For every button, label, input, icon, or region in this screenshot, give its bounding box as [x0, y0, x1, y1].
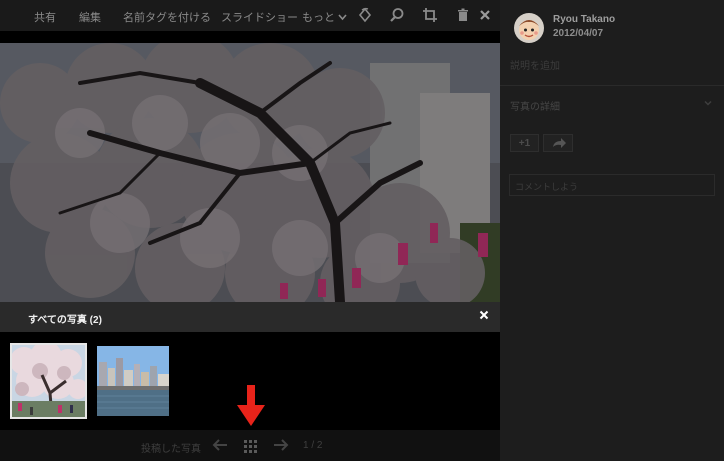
chevron-down-icon[interactable] [703, 98, 713, 108]
photo-viewer: 共有 編集 名前タグを付ける スライドショー もっと すべての写真 (2) 投稿… [0, 0, 500, 461]
more-label: もっと [302, 12, 335, 24]
post-date: 2012/04/07 [553, 28, 604, 39]
share-button[interactable]: 共有 [34, 9, 56, 25]
thumbnail-cherry-blossom[interactable] [10, 343, 87, 419]
crop-icon[interactable] [422, 7, 438, 23]
comment-placeholder: コメントしよう [515, 182, 579, 192]
comment-input[interactable]: コメントしよう [509, 174, 715, 196]
author-name[interactable]: Ryou Takano [553, 14, 615, 25]
city-river-thumbnail [97, 346, 169, 416]
album-title: すべての写真 (2) [28, 315, 102, 326]
cherry-blossom-thumbnail [12, 345, 85, 417]
slideshow-button[interactable]: スライドショー [221, 9, 298, 25]
divider [500, 85, 724, 86]
red-arrow-annotation-icon [237, 385, 265, 426]
album-header: すべての写真 (2) [0, 302, 500, 332]
avatar[interactable] [513, 12, 545, 44]
arrow-right-icon[interactable] [273, 439, 289, 451]
tag-names-button[interactable]: 名前タグを付ける [123, 9, 211, 25]
rotate-icon[interactable] [357, 7, 373, 23]
posted-photos-label: 投稿した写真 [141, 444, 201, 455]
photo-dim-overlay [0, 43, 500, 302]
zoom-icon[interactable] [389, 7, 405, 23]
share-arrow-icon [553, 138, 566, 148]
add-description-link[interactable]: 説明を追加 [510, 57, 560, 72]
close-icon[interactable] [477, 308, 491, 322]
trash-icon[interactable] [455, 7, 471, 23]
photo-details-toggle[interactable]: 写真の詳細 [510, 98, 560, 113]
viewer-toolbar: 共有 編集 名前タグを付ける スライドショー もっと [0, 0, 500, 31]
chevron-down-icon [338, 14, 347, 21]
thumbnail-city-river[interactable] [97, 346, 169, 416]
share-button[interactable] [543, 134, 573, 152]
edit-button[interactable]: 編集 [79, 9, 101, 25]
plus-one-button[interactable]: +1 [510, 134, 539, 152]
bottom-navigation: 投稿した写真 1 / 2 [0, 430, 500, 461]
grid-icon[interactable] [244, 440, 257, 453]
arrow-left-icon[interactable] [212, 439, 228, 451]
photo-counter: 1 / 2 [303, 440, 323, 451]
more-button[interactable]: もっと [302, 9, 347, 25]
close-icon[interactable] [477, 7, 493, 23]
